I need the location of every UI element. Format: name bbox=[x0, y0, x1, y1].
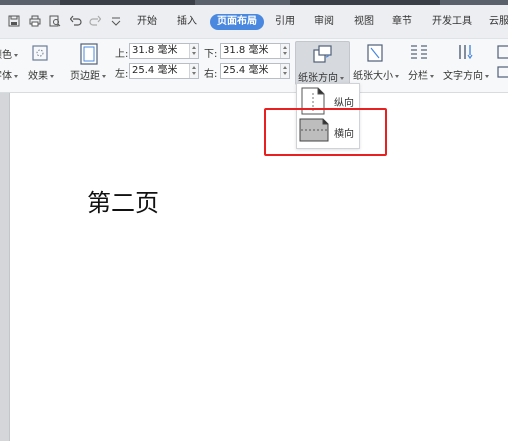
columns-label: 分栏 bbox=[408, 71, 428, 82]
redo-icon[interactable] bbox=[89, 15, 101, 27]
chevron-down-icon bbox=[283, 52, 287, 55]
ribbon-toolbar: 颜色 字体 效果 页边距 上: 31.8 毫米 左: 25.4 毫米 下: 31… bbox=[0, 39, 508, 93]
effects-label: 效果 bbox=[28, 71, 48, 82]
columns-icon[interactable] bbox=[410, 44, 428, 60]
margin-right-label: 右: bbox=[204, 69, 218, 80]
highlight-annotation bbox=[264, 108, 387, 156]
theme-color-button[interactable]: 颜色 bbox=[0, 46, 18, 61]
text-direction-label: 文字方向 bbox=[443, 71, 483, 82]
tab-review[interactable]: 审阅 bbox=[314, 14, 334, 30]
theme-font-label: 字体 bbox=[0, 71, 12, 82]
chevron-up-icon bbox=[192, 66, 196, 69]
tab-cloud[interactable]: 云服 bbox=[489, 14, 508, 30]
margin-top-label: 上: bbox=[115, 49, 129, 60]
margin-right-stepper[interactable] bbox=[280, 64, 289, 78]
margin-top-field[interactable]: 31.8 毫米 bbox=[129, 43, 199, 59]
chevron-down-icon bbox=[14, 74, 18, 78]
orientation-icon bbox=[313, 45, 333, 63]
orientation-label-wrap: 纸张方向 bbox=[298, 69, 344, 84]
paper-size-label: 纸张大小 bbox=[353, 71, 393, 82]
effects-button[interactable]: 效果 bbox=[28, 67, 54, 82]
tab-view[interactable]: 视图 bbox=[354, 14, 374, 30]
chevron-down-icon bbox=[50, 74, 54, 78]
orientation-button[interactable]: 纸张方向 bbox=[295, 41, 350, 85]
chevron-down-icon bbox=[395, 74, 399, 78]
chevron-down-icon bbox=[485, 74, 489, 78]
margin-left-stepper[interactable] bbox=[189, 64, 198, 78]
tab-insert[interactable]: 插入 bbox=[177, 14, 197, 30]
paper-size-icon[interactable] bbox=[367, 44, 383, 62]
tab-page-layout[interactable]: 页面布局 bbox=[210, 14, 264, 30]
tab-sections[interactable]: 章节 bbox=[392, 14, 412, 30]
chevron-down-icon bbox=[14, 53, 18, 57]
chevron-down-icon bbox=[192, 52, 196, 55]
portrait-label: 纵向 bbox=[334, 98, 354, 109]
menu-bar: 开始 插入 页面布局 引用 审阅 视图 章节 开发工具 云服 bbox=[0, 5, 508, 39]
margin-top-stepper[interactable] bbox=[189, 44, 198, 58]
theme-font-button[interactable]: 字体 bbox=[0, 67, 18, 82]
margins-label: 页边距 bbox=[70, 71, 100, 82]
margin-right-field[interactable]: 25.4 毫米 bbox=[220, 63, 290, 79]
theme-color-label: 颜色 bbox=[0, 50, 12, 61]
tab-start[interactable]: 开始 bbox=[137, 14, 157, 30]
line-numbers-icon[interactable] bbox=[497, 45, 508, 59]
margin-bottom-value: 31.8 毫米 bbox=[223, 45, 269, 56]
document-text[interactable]: 第二页 bbox=[87, 183, 159, 218]
paper-size-button[interactable]: 纸张大小 bbox=[353, 67, 399, 82]
margin-left-label: 左: bbox=[115, 69, 129, 80]
text-direction-icon[interactable] bbox=[457, 44, 475, 60]
quick-access-dropdown-icon[interactable] bbox=[110, 15, 122, 27]
chevron-up-icon bbox=[192, 46, 196, 49]
margin-right-value: 25.4 毫米 bbox=[223, 65, 269, 76]
print-preview-icon[interactable] bbox=[49, 15, 61, 27]
tab-developer-tools[interactable]: 开发工具 bbox=[432, 14, 472, 30]
margin-bottom-label: 下: bbox=[204, 49, 218, 60]
print-icon[interactable] bbox=[29, 15, 41, 27]
columns-button[interactable]: 分栏 bbox=[408, 67, 434, 82]
margin-top-value: 31.8 毫米 bbox=[132, 45, 178, 56]
chevron-down-icon bbox=[192, 72, 196, 75]
margin-left-field[interactable]: 25.4 毫米 bbox=[129, 63, 199, 79]
chevron-down-icon bbox=[430, 74, 434, 78]
text-direction-button[interactable]: 文字方向 bbox=[443, 67, 489, 82]
undo-icon[interactable] bbox=[70, 15, 82, 27]
page-border-icon[interactable] bbox=[497, 66, 508, 78]
chevron-up-icon bbox=[283, 46, 287, 49]
margin-bottom-stepper[interactable] bbox=[280, 44, 289, 58]
margin-left-value: 25.4 毫米 bbox=[132, 65, 178, 76]
margins-icon[interactable] bbox=[80, 43, 98, 65]
chevron-down-icon bbox=[102, 74, 106, 78]
effects-icon[interactable] bbox=[32, 45, 48, 61]
margin-bottom-field[interactable]: 31.8 毫米 bbox=[220, 43, 290, 59]
document-page[interactable] bbox=[0, 93, 508, 441]
left-page-margin bbox=[0, 93, 10, 441]
chevron-up-icon bbox=[283, 66, 287, 69]
margins-button[interactable]: 页边距 bbox=[70, 67, 106, 82]
chevron-down-icon bbox=[340, 76, 344, 80]
save-icon[interactable] bbox=[8, 15, 20, 27]
chevron-down-icon bbox=[283, 72, 287, 75]
tab-references[interactable]: 引用 bbox=[275, 14, 295, 30]
